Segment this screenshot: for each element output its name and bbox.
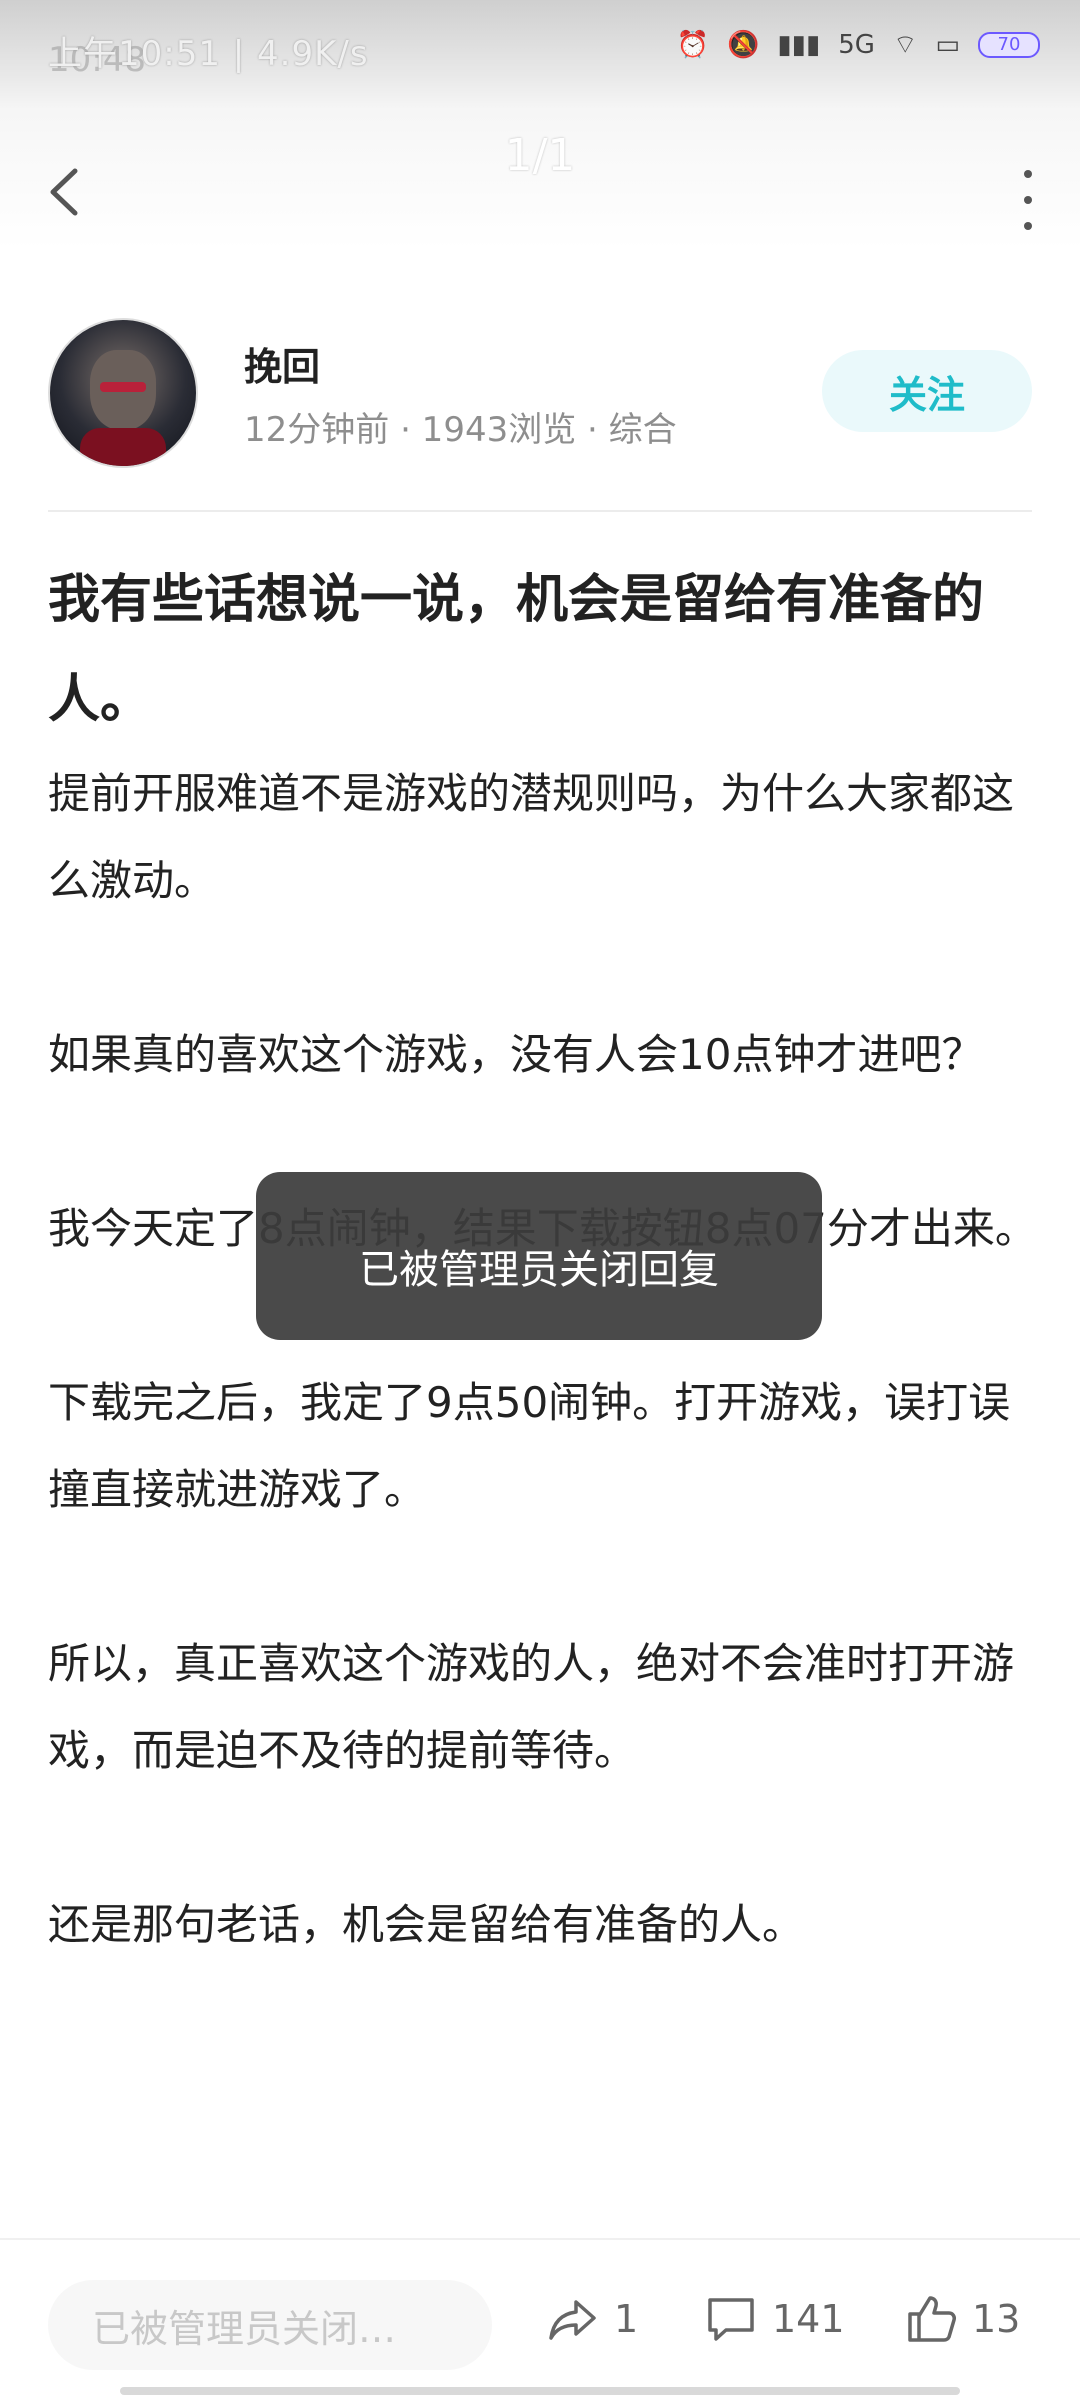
post-body: 提前开服难道不是游戏的潜规则吗，为什么大家都这么激动。 如果真的喜欢这个游戏，没… bbox=[48, 750, 1038, 2055]
status-overlay-text: 上午10:51 | 4.9K/s bbox=[48, 34, 369, 74]
post-paragraph: 如果真的喜欢这个游戏，没有人会10点钟才进吧？ bbox=[48, 1030, 984, 1079]
status-bar: 10:48 上午10:51 | 4.9K/s ⏰ 🔕 ▮▮▮ 5G ⌔ ▭ 70 bbox=[0, 0, 1080, 110]
author-name[interactable]: 挽回 bbox=[244, 336, 320, 391]
post-title: 我有些话想说一说，机会是留给有准备的人。 bbox=[48, 570, 985, 730]
share-button[interactable]: 1 bbox=[546, 2292, 638, 2346]
avatar-armor bbox=[80, 428, 166, 466]
comment-count: 141 bbox=[772, 2297, 845, 2341]
network-label: 5G bbox=[838, 29, 875, 60]
comment-button[interactable]: 141 bbox=[704, 2292, 845, 2346]
status-icons: ⏰ 🔕 ▮▮▮ 5G ⌔ ▭ 70 bbox=[677, 28, 1040, 61]
wifi-icon: ⌔ bbox=[892, 30, 918, 60]
post-paragraph: 提前开服难道不是游戏的潜规则吗，为什么大家都这么激动。 bbox=[48, 769, 1015, 905]
post-meta: 12分钟前 · 1943浏览 · 综合 bbox=[244, 410, 677, 450]
more-options-button[interactable] bbox=[1016, 170, 1040, 230]
more-dot-icon bbox=[1024, 222, 1032, 230]
avatar[interactable] bbox=[48, 318, 198, 468]
signal-icon: ▮▮▮ bbox=[777, 29, 821, 60]
alarm-icon: ⏰ bbox=[676, 29, 709, 60]
share-icon bbox=[549, 2300, 596, 2340]
like-button[interactable]: 13 bbox=[904, 2292, 1020, 2346]
comment-icon bbox=[708, 2298, 754, 2341]
share-count: 1 bbox=[614, 2297, 639, 2341]
toast-message: 已被管理员关闭回复 bbox=[256, 1172, 822, 1340]
avatar-visor bbox=[100, 382, 146, 392]
post-paragraph: 下载完之后，我定了9点50闹钟。打开游戏，误打误撞直接就进游戏了。 bbox=[48, 1378, 1011, 1514]
follow-button[interactable]: 关注 bbox=[822, 350, 1032, 432]
bottom-action-bar: 已被管理员关闭… 1 141 13 bbox=[0, 2238, 1080, 2402]
battery-level: 70 bbox=[978, 31, 1040, 58]
more-dot-icon bbox=[1024, 170, 1032, 178]
more-dot-icon bbox=[1024, 196, 1032, 204]
author-row: 挽回 12分钟前 · 1943浏览 · 综合 关注 bbox=[48, 318, 1032, 468]
post-paragraph: 还是那句老话，机会是留给有准备的人。 bbox=[48, 1900, 805, 1949]
gesture-bar bbox=[120, 2387, 960, 2395]
top-nav: 1/1 bbox=[0, 110, 1080, 250]
battery-icon: ▭ bbox=[935, 29, 960, 60]
post-paragraph: 所以，真正喜欢这个游戏的人，绝对不会准时打开游戏，而是迫不及待的提前等待。 bbox=[48, 1639, 1015, 1775]
page-indicator: 1/1 bbox=[504, 130, 576, 181]
reply-input[interactable]: 已被管理员关闭… bbox=[48, 2280, 492, 2370]
thumbs-up-icon bbox=[908, 2296, 956, 2342]
like-count: 13 bbox=[972, 2297, 1021, 2341]
divider bbox=[48, 510, 1032, 512]
mute-icon: 🔕 bbox=[726, 29, 760, 60]
